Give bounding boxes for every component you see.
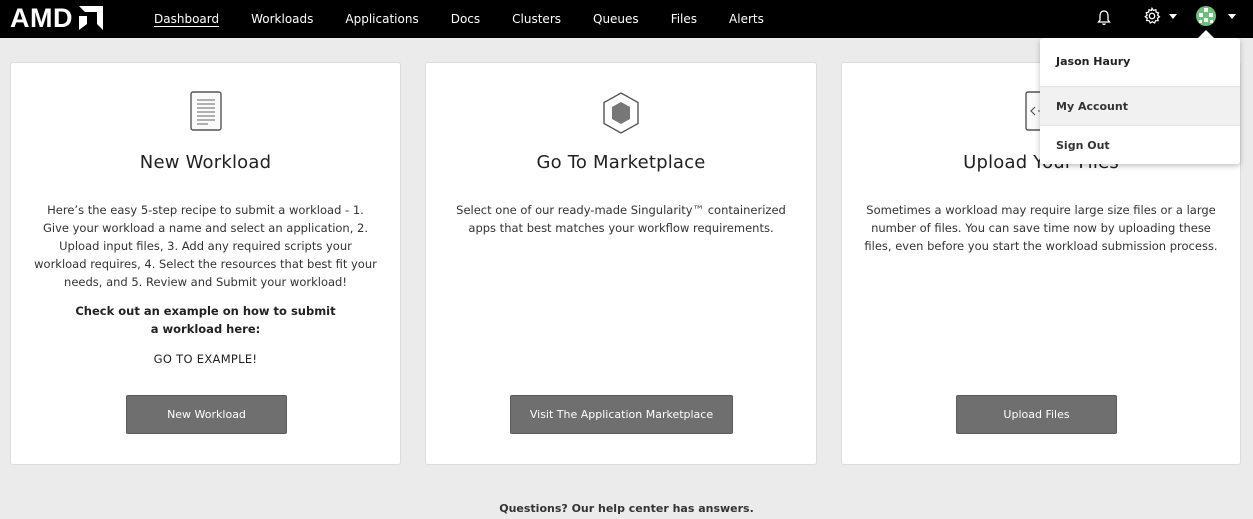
- gear-icon[interactable]: [1143, 7, 1161, 25]
- amd-logo[interactable]: AMD: [10, 4, 103, 32]
- user-name: Jason Haury: [1056, 55, 1131, 68]
- nav-clusters[interactable]: Clusters: [512, 12, 561, 26]
- logo-text: AMD: [10, 3, 73, 33]
- new-workload-button[interactable]: New Workload: [126, 395, 287, 434]
- card-description: Select one of our ready-made Singularity…: [456, 203, 786, 235]
- card-description: Here’s the easy 5-step recipe to submit …: [34, 203, 377, 289]
- top-navigation-bar: AMD Dashboard Workloads Applications Doc…: [0, 0, 1253, 38]
- nav-dashboard[interactable]: Dashboard: [154, 12, 219, 26]
- dropdown-pointer: [1198, 30, 1214, 38]
- example-callout-line1: Check out an example on how to submit: [75, 304, 336, 318]
- card-title: New Workload: [139, 152, 272, 173]
- amd-arrow-logo-icon: [79, 6, 103, 30]
- hexagon-icon: [603, 92, 639, 134]
- new-workload-card: New Workload Here’s the easy 5-step reci…: [10, 62, 401, 465]
- bell-icon[interactable]: [1097, 9, 1111, 27]
- settings-chevron-down-icon[interactable]: [1169, 14, 1177, 19]
- document-icon: [189, 91, 222, 131]
- main-nav: Dashboard Workloads Applications Docs Cl…: [154, 0, 796, 38]
- user-menu-chevron-down-icon[interactable]: [1228, 14, 1236, 19]
- card-description: Sometimes a workload may require large s…: [864, 203, 1218, 253]
- example-callout-line2: a workload here:: [150, 322, 261, 336]
- my-account-menu-item[interactable]: My Account: [1040, 86, 1240, 125]
- nav-workloads[interactable]: Workloads: [251, 12, 313, 26]
- example-callout: Check out an example on how to submit a …: [11, 302, 400, 338]
- help-center-footer[interactable]: Questions? Our help center has answers.: [0, 502, 1253, 515]
- nav-queues[interactable]: Queues: [593, 12, 639, 26]
- sign-out-menu-item[interactable]: Sign Out: [1040, 125, 1240, 164]
- nav-files[interactable]: Files: [671, 12, 697, 26]
- nav-alerts[interactable]: Alerts: [729, 12, 764, 26]
- avatar[interactable]: [1196, 6, 1216, 26]
- avatar-pattern-icon: [1199, 8, 1213, 23]
- user-menu-dropdown: Jason Haury My Account Sign Out: [1040, 38, 1240, 164]
- visit-marketplace-button[interactable]: Visit The Application Marketplace: [510, 395, 733, 434]
- nav-docs[interactable]: Docs: [451, 12, 480, 26]
- upload-files-button[interactable]: Upload Files: [956, 395, 1117, 434]
- marketplace-card: Go To Marketplace Select one of our read…: [425, 62, 817, 465]
- card-title: Go To Marketplace: [536, 152, 706, 173]
- go-to-example-link[interactable]: GO TO EXAMPLE!: [11, 352, 400, 366]
- nav-applications[interactable]: Applications: [345, 12, 418, 26]
